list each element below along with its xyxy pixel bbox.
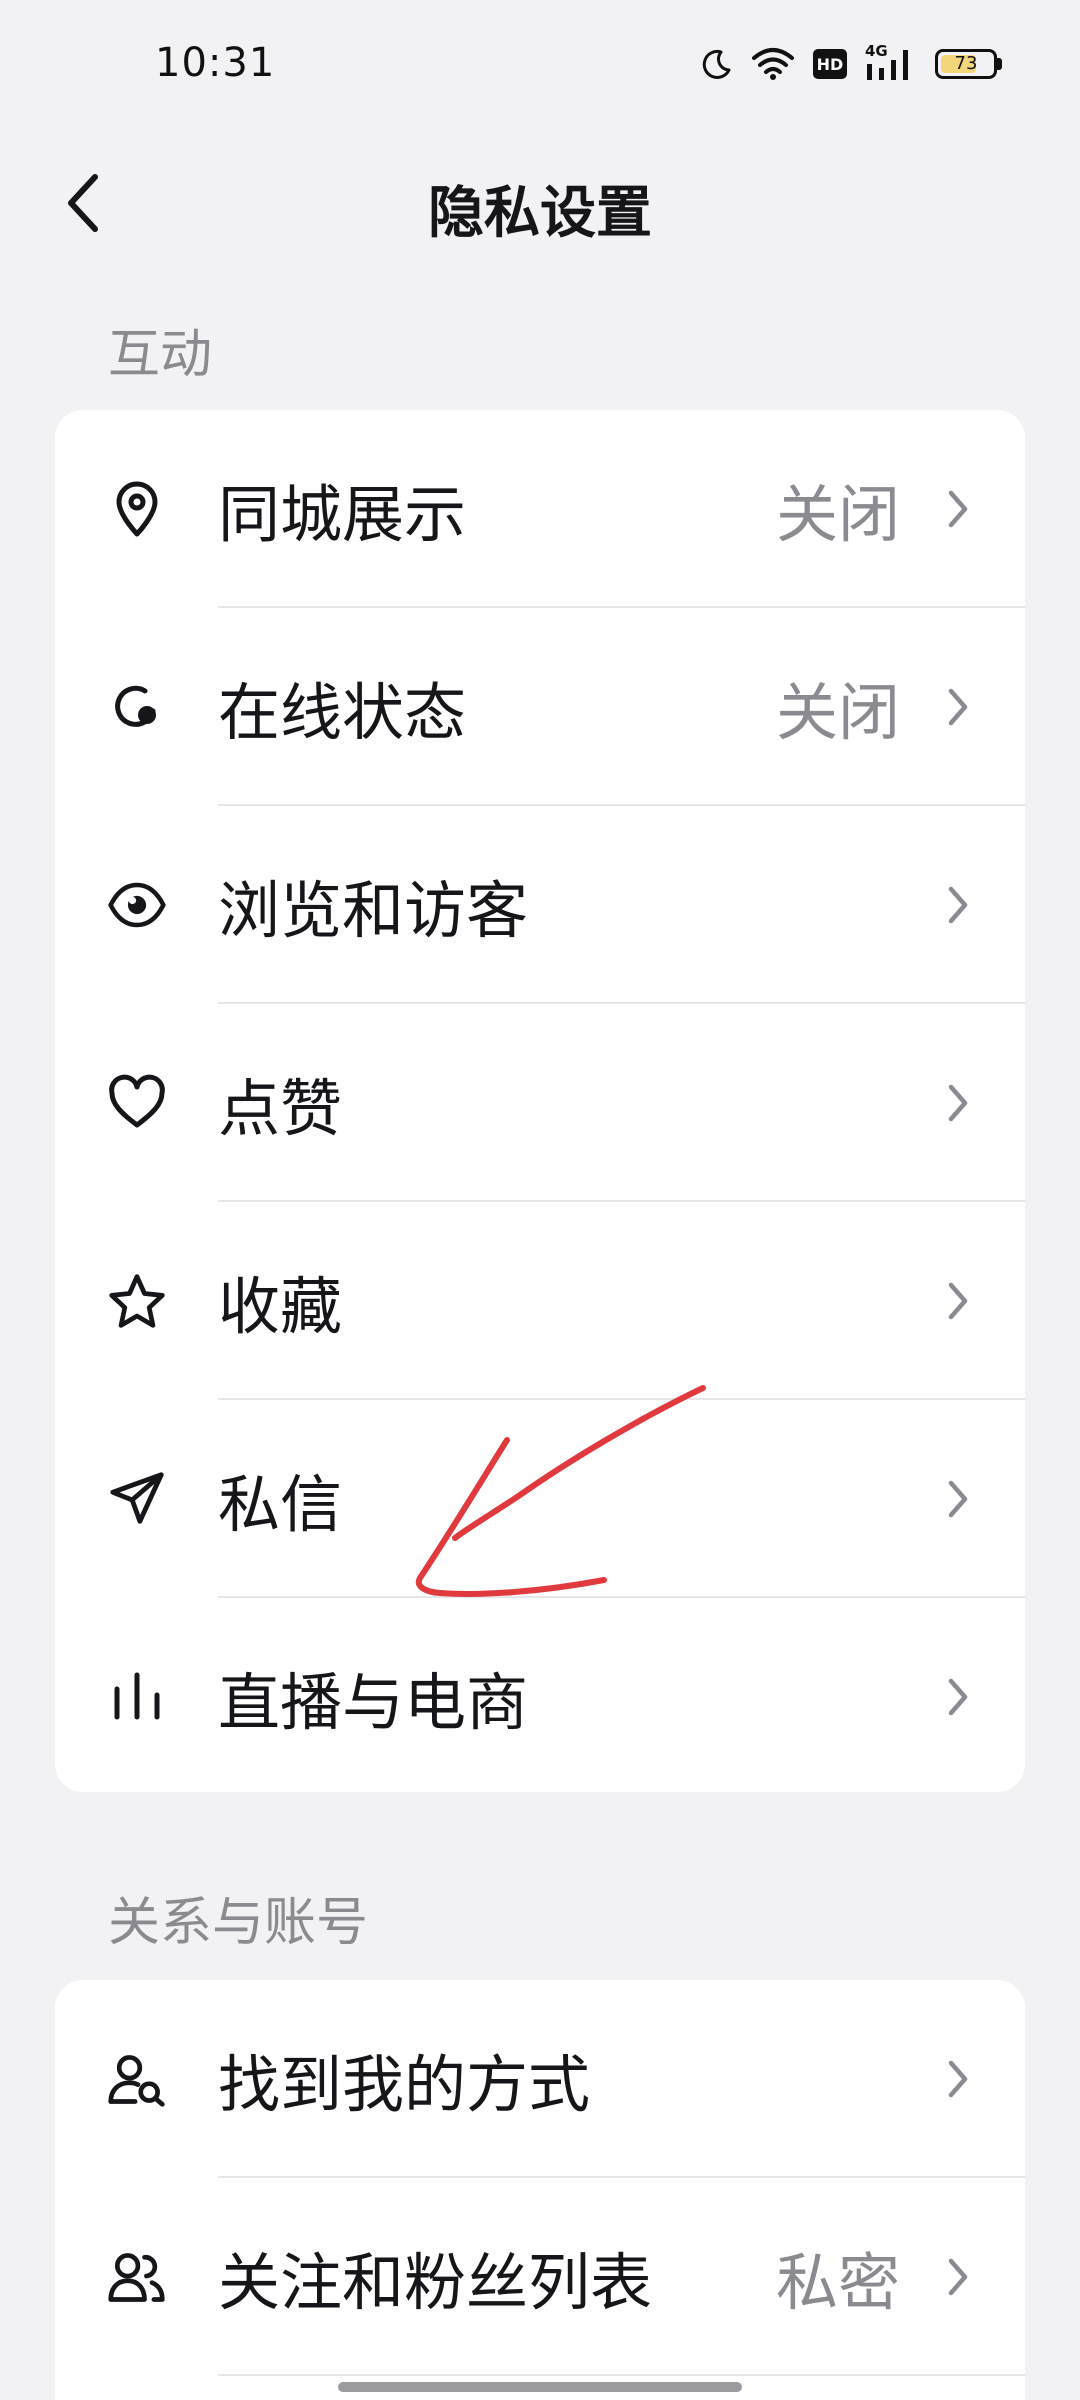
- heart-icon: [107, 1073, 167, 1133]
- status-bar: 10:31 HD 4G 73: [0, 0, 1080, 130]
- hd-icon: HD: [813, 49, 847, 79]
- battery-level: 73: [954, 53, 978, 74]
- privacy-settings-screen: 10:31 HD 4G 73 隐私设置 互动 同城展示 关闭 在线状态 关闭 浏…: [0, 0, 1080, 2400]
- row-online-status[interactable]: 在线状态 关闭: [55, 608, 1025, 806]
- battery-tip: [997, 58, 1002, 70]
- relationships-settings-card: 找到我的方式 关注和粉丝列表 私密: [55, 1980, 1025, 2400]
- row-label: 关注和粉丝列表: [218, 2246, 653, 2319]
- eye-icon: [107, 875, 167, 935]
- chevron-right-icon: [948, 2258, 968, 2296]
- signal-icon: 4G: [865, 42, 917, 82]
- row-likes[interactable]: 点赞: [55, 1004, 1025, 1202]
- row-value: 关闭: [775, 676, 900, 749]
- online-status-icon: [107, 677, 167, 737]
- row-follow-fans-list[interactable]: 关注和粉丝列表 私密: [55, 2178, 1025, 2376]
- chevron-right-icon: [948, 490, 968, 528]
- chevron-right-icon: [948, 2060, 968, 2098]
- status-icons: HD 4G 73: [701, 42, 1002, 84]
- row-label: 在线状态: [218, 676, 467, 749]
- row-label: 点赞: [218, 1072, 343, 1145]
- star-icon: [107, 1271, 167, 1331]
- chevron-right-icon: [948, 688, 968, 726]
- battery-icon: 73: [935, 49, 1002, 79]
- section-label-relationships: 关系与账号: [108, 1893, 369, 1953]
- chevron-right-icon: [948, 1480, 968, 1518]
- chevron-right-icon: [948, 1084, 968, 1122]
- row-label: 同城展示: [218, 478, 467, 551]
- page-title: 隐私设置: [428, 181, 652, 246]
- row-value: 关闭: [775, 478, 900, 551]
- row-local-display[interactable]: 同城展示 关闭: [55, 410, 1025, 608]
- row-label: 直播与电商: [218, 1666, 529, 1739]
- row-label: 浏览和访客: [218, 874, 529, 947]
- row-favorites[interactable]: 收藏: [55, 1202, 1025, 1400]
- send-icon: [107, 1469, 167, 1529]
- section-label-interaction: 互动: [108, 325, 213, 385]
- row-browse-visitors[interactable]: 浏览和访客: [55, 806, 1025, 1004]
- divider: [218, 2374, 1025, 2376]
- chevron-right-icon: [948, 1282, 968, 1320]
- chevron-right-icon: [948, 1678, 968, 1716]
- row-find-me[interactable]: 找到我的方式: [55, 1980, 1025, 2178]
- row-live-ecommerce[interactable]: 直播与电商: [55, 1598, 1025, 1792]
- wifi-icon: [751, 47, 795, 81]
- battery-body: 73: [935, 49, 997, 79]
- chevron-right-icon: [948, 886, 968, 924]
- row-label: 找到我的方式: [218, 2048, 591, 2121]
- user-search-icon: [107, 2049, 167, 2109]
- home-indicator[interactable]: [338, 2382, 742, 2392]
- moon-icon: [701, 48, 733, 80]
- row-label: 私信: [218, 1468, 343, 1541]
- row-label: 收藏: [218, 1270, 343, 1343]
- nav-bar: 隐私设置: [0, 130, 1080, 280]
- row-direct-messages[interactable]: 私信: [55, 1400, 1025, 1598]
- location-pin-icon: [107, 479, 167, 539]
- status-time: 10:31: [155, 40, 276, 86]
- bars-icon: [107, 1667, 167, 1727]
- users-icon: [107, 2247, 167, 2307]
- row-value: 私密: [775, 2246, 900, 2319]
- interaction-settings-card: 同城展示 关闭 在线状态 关闭 浏览和访客 点赞 收藏 私信 直播与电商: [55, 410, 1025, 1792]
